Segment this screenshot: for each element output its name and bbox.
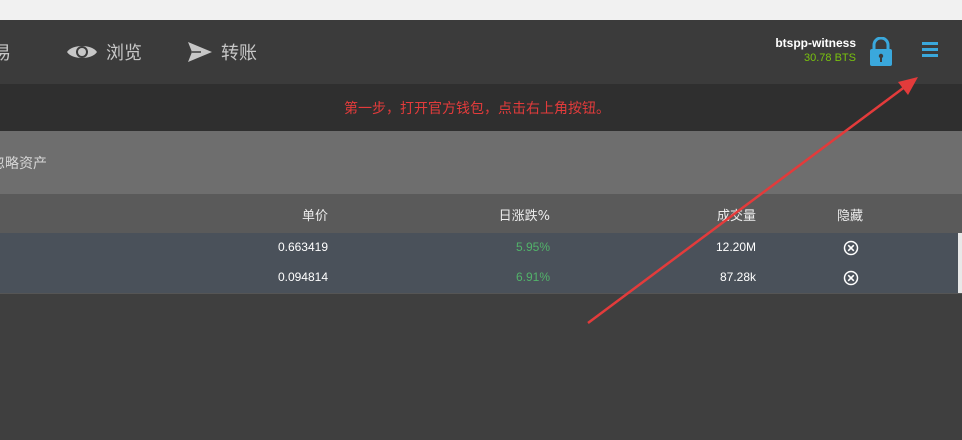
table-divider xyxy=(0,293,962,294)
nav-item-transfer[interactable]: 转账 xyxy=(187,20,257,84)
change-cell: 5.95% xyxy=(515,240,550,254)
lock-icon[interactable] xyxy=(869,36,893,71)
table-row[interactable]: 0.663419 5.95% 12.20M xyxy=(0,233,962,263)
header-change[interactable]: 日涨跌% xyxy=(499,205,550,224)
account-name: btspp-witness xyxy=(775,36,856,50)
header-price[interactable]: 单价 xyxy=(302,205,328,224)
instruction-text: 第一步，打开官方钱包，点击右上角按钮。 xyxy=(344,100,610,117)
nav-item-explore[interactable]: 浏览 xyxy=(66,20,142,84)
header-hide: 隐藏 xyxy=(837,209,864,224)
instruction-banner: 第一步，打开官方钱包，点击右上角按钮。 xyxy=(0,84,962,131)
table-row[interactable]: 0.094814 6.91% 87.28k xyxy=(0,263,962,293)
browser-top-strip xyxy=(0,0,962,20)
eye-icon xyxy=(66,42,98,62)
hide-asset-icon[interactable] xyxy=(843,240,859,256)
change-cell: 6.91% xyxy=(515,270,550,284)
hide-asset-icon[interactable] xyxy=(843,270,859,286)
header-volume[interactable]: 成交量 xyxy=(717,205,756,224)
account-balance: 30.78 BTS xyxy=(804,52,856,64)
send-icon xyxy=(187,41,213,63)
price-cell: 0.663419 xyxy=(277,240,328,254)
right-edge-strip xyxy=(958,233,962,293)
volume-cell: 87.28k xyxy=(719,270,756,284)
account-info[interactable]: btspp-witness 30.78 BTS xyxy=(775,36,856,65)
nav-item-exchange[interactable]: 易 xyxy=(0,20,11,84)
nav-item-label: 易 xyxy=(0,43,11,64)
price-cell: 0.094814 xyxy=(277,270,328,284)
volume-cell: 12.20M xyxy=(715,240,756,254)
table-header: 单价 日涨跌% 成交量 隐藏 xyxy=(0,194,962,233)
app-header: 易 浏览 转账 btspp-witness 30.78 BTS xyxy=(0,20,962,84)
menu-icon[interactable] xyxy=(920,42,940,62)
nav-item-label: 转账 xyxy=(221,43,257,64)
filter-bar: 忽略资产 xyxy=(0,131,962,194)
ignore-assets-label[interactable]: 忽略资产 xyxy=(0,153,47,173)
nav-item-label: 浏览 xyxy=(106,43,142,64)
